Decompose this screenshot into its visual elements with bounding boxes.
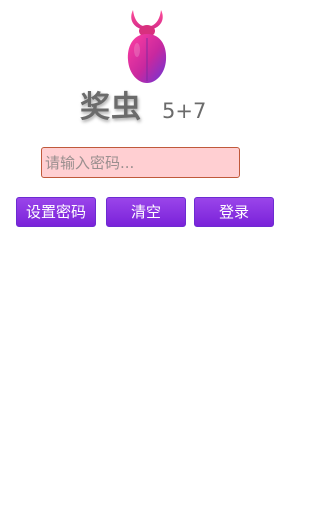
version-label: 5+7 — [162, 99, 207, 123]
app-title: 奖虫 — [80, 90, 142, 125]
clear-button[interactable]: 清空 — [106, 197, 186, 227]
beetle-logo-icon — [127, 10, 167, 83]
password-input[interactable] — [41, 147, 240, 178]
login-button[interactable]: 登录 — [194, 197, 274, 227]
set-password-button[interactable]: 设置密码 — [16, 197, 96, 227]
